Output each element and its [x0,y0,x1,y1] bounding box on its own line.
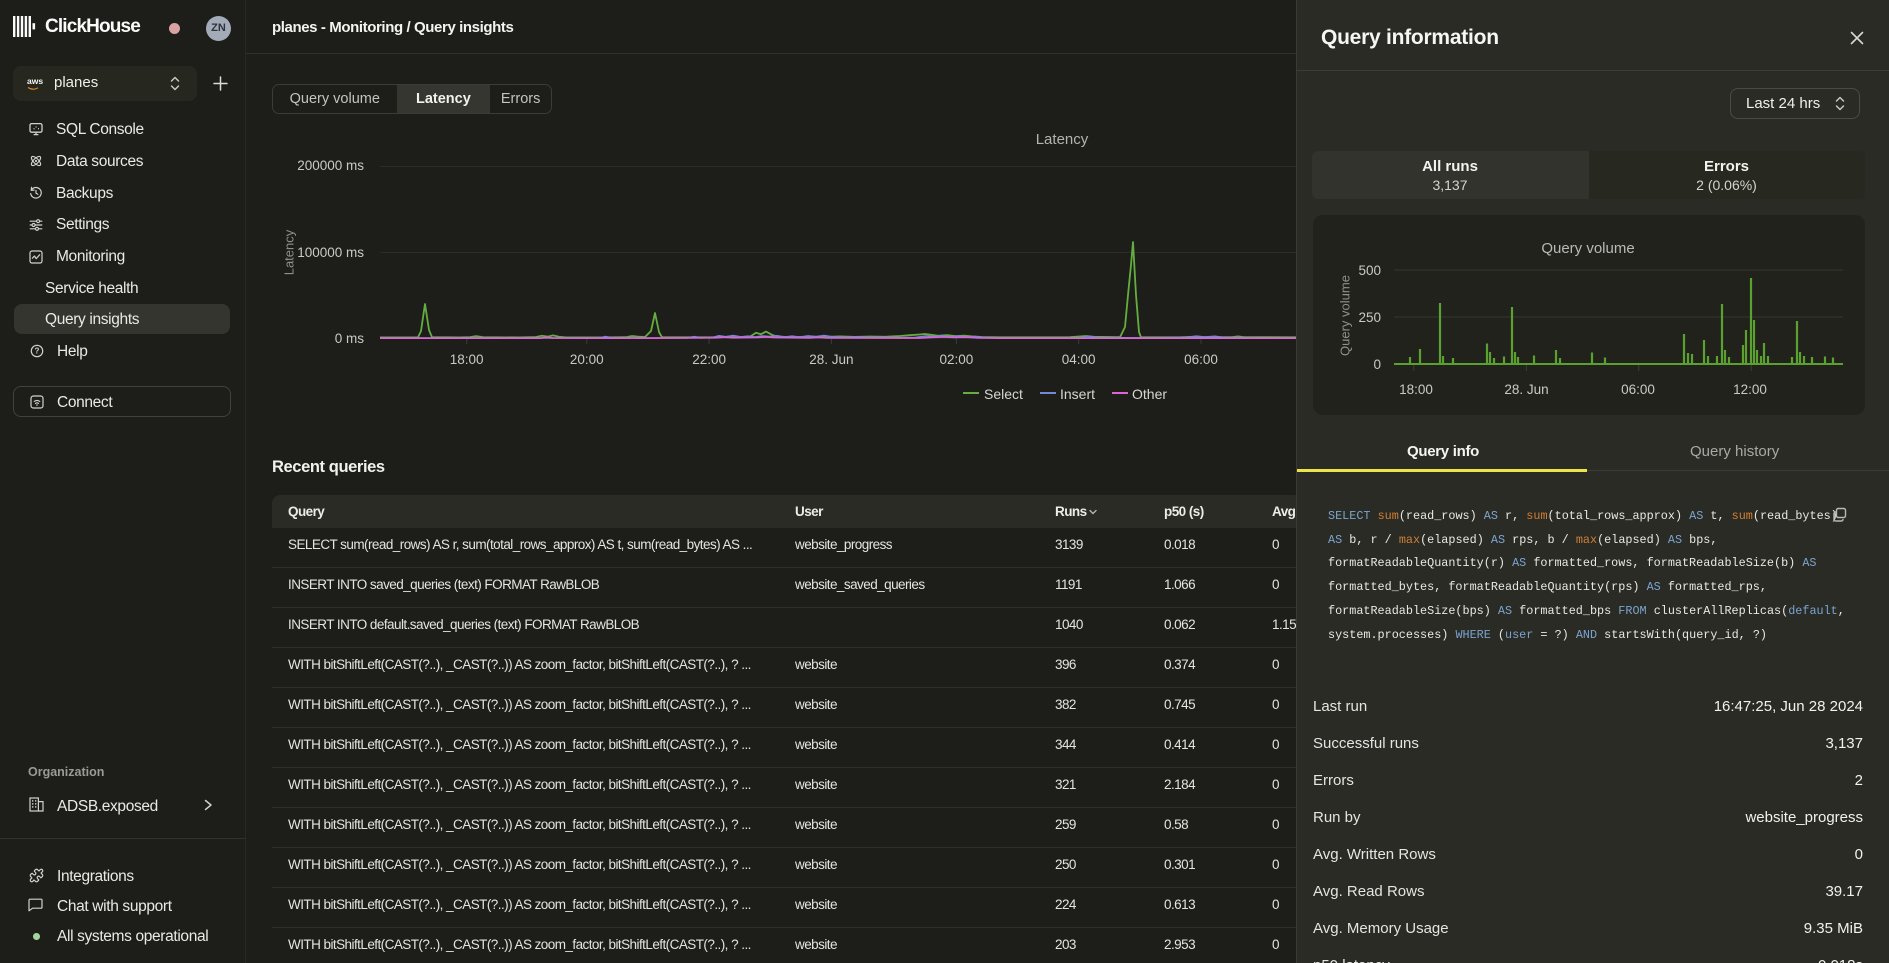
svg-text:?: ? [35,347,40,356]
